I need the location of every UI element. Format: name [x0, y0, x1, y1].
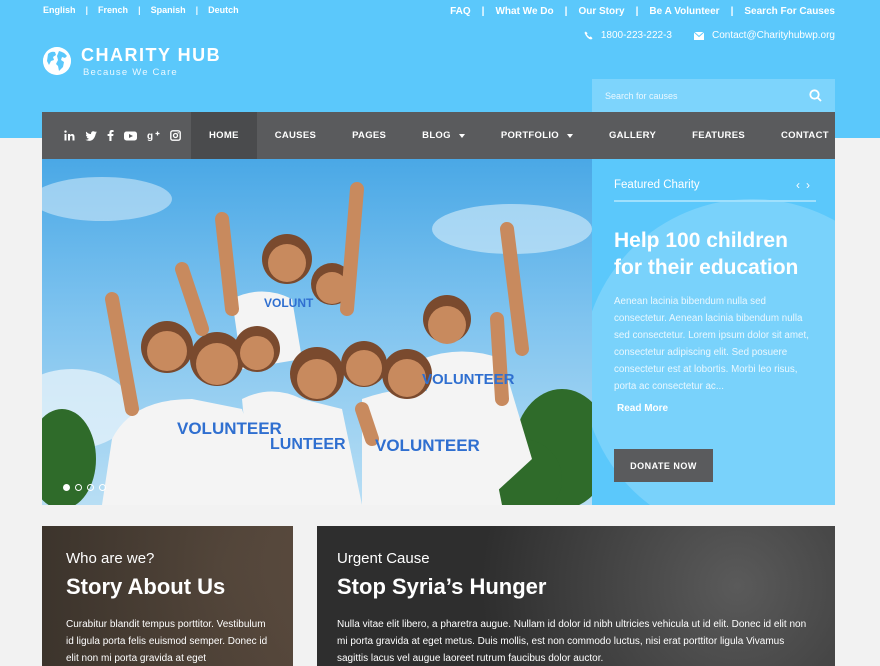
linkedin-icon[interactable] [64, 130, 75, 141]
nav-causes[interactable]: CAUSES [257, 112, 334, 159]
about-card[interactable]: Who are we? Story About Us Curabitur bla… [42, 526, 293, 666]
cause-kicker: Urgent Cause [337, 550, 430, 567]
nav-gallery[interactable]: GALLERY [591, 112, 674, 159]
svg-text:VOLUNTEER: VOLUNTEER [375, 436, 480, 455]
slider-dot[interactable] [87, 484, 94, 491]
top-link-volunteer[interactable]: Be A Volunteer [649, 6, 719, 17]
slider-dots [63, 484, 111, 491]
nav-contact-label: CONTACT [781, 130, 829, 141]
read-more-link[interactable]: Read More [617, 403, 668, 414]
nav-pages-label: PAGES [352, 130, 387, 141]
nav-contact[interactable]: CONTACT [763, 112, 847, 159]
globe-icon [43, 47, 71, 75]
search-input[interactable] [605, 90, 785, 101]
google-plus-icon[interactable]: g [147, 130, 160, 141]
nav-pages[interactable]: PAGES [334, 112, 404, 159]
featured-arrows: ‹› [796, 178, 816, 192]
about-title[interactable]: Story About Us [66, 574, 225, 600]
featured-charity-panel: Featured Charity ‹› Help 100 children fo… [592, 159, 835, 505]
top-links: FAQ | What We Do | Our Story | Be A Volunte… [450, 6, 835, 17]
nav-features[interactable]: FEATURES [674, 112, 763, 159]
nav-causes-label: CAUSES [274, 130, 317, 141]
main-navbar: g HOME CAUSES PAGES BLOG PORTFOLIO GALLE… [42, 112, 835, 159]
instagram-icon[interactable] [170, 130, 181, 141]
top-link-search-causes[interactable]: Search For Causes [744, 6, 835, 17]
facebook-icon[interactable] [107, 130, 114, 141]
featured-heading-text: Featured Charity [614, 179, 700, 191]
social-links: g [64, 130, 191, 141]
nav-blog-label: BLOG [422, 130, 451, 141]
svg-text:VOLUNT: VOLUNT [264, 296, 314, 310]
svg-text:VOLUNTEER: VOLUNTEER [422, 371, 515, 388]
twitter-icon[interactable] [85, 130, 97, 141]
nav-menu: HOME CAUSES PAGES BLOG PORTFOLIO GALLERY… [191, 112, 847, 159]
cause-body: Nulla vitae elit libero, a pharetra augu… [337, 619, 807, 664]
cause-title[interactable]: Stop Syria’s Hunger [337, 574, 546, 600]
svg-text:LUNTEER: LUNTEER [270, 436, 346, 453]
phone-icon [584, 31, 593, 40]
chevron-right-icon[interactable]: › [806, 178, 816, 192]
phone-number: 1800-223-222-3 [600, 30, 672, 41]
nav-gallery-label: GALLERY [608, 130, 657, 141]
brand-logo[interactable]: CHARITY HUB Because We Care [43, 45, 221, 78]
email-contact: Contact@Charityhubwp.org [694, 30, 835, 41]
urgent-cause-card[interactable]: Urgent Cause Stop Syria’s Hunger Nulla v… [317, 526, 835, 666]
slider-dot[interactable] [99, 484, 106, 491]
nav-blog[interactable]: BLOG [404, 112, 483, 159]
slider-dot[interactable] [63, 484, 70, 491]
hero-slider-image: VOLUNTEER LUNTEER VOLUNTEER VOLUNTEER VO… [42, 159, 592, 505]
contact-info: 1800-223-222-3 Contact@Charityhubwp.org [562, 30, 835, 41]
featured-title[interactable]: Help 100 children for their education [614, 227, 819, 281]
about-kicker: Who are we? [66, 550, 155, 567]
lang-deutch[interactable]: Deutch [208, 5, 239, 15]
nav-features-label: FEATURES [692, 130, 745, 141]
lang-english[interactable]: English [43, 5, 76, 15]
search-box [592, 79, 835, 112]
top-link-faq[interactable]: FAQ [450, 6, 471, 17]
lang-french[interactable]: French [98, 5, 128, 15]
about-body: Curabitur blandit tempus porttitor. Vest… [66, 619, 268, 664]
top-link-what-we-do[interactable]: What We Do [495, 6, 553, 17]
top-link-our-story[interactable]: Our Story [578, 6, 624, 17]
mail-icon [694, 31, 704, 40]
phone-contact: 1800-223-222-3 [584, 30, 672, 41]
volunteers-photo: VOLUNTEER LUNTEER VOLUNTEER VOLUNTEER VO… [42, 177, 592, 505]
nav-home[interactable]: HOME [191, 112, 257, 159]
search-icon[interactable] [809, 89, 822, 102]
svg-text:VOLUNTEER: VOLUNTEER [177, 419, 282, 438]
featured-description: Aenean lacinia bibendum nulla sed consec… [614, 296, 809, 392]
brand-name: CHARITY HUB [81, 45, 222, 65]
featured-heading: Featured Charity ‹› [614, 178, 816, 202]
donate-now-button[interactable]: DONATE NOW [614, 449, 713, 482]
nav-portfolio[interactable]: PORTFOLIO [483, 112, 591, 159]
email-address[interactable]: Contact@Charityhubwp.org [712, 30, 835, 41]
nav-portfolio-label: PORTFOLIO [500, 130, 559, 141]
youtube-icon[interactable] [124, 131, 137, 141]
language-switcher: English | French | Spanish | Deutch [43, 5, 239, 15]
brand-tagline: Because We Care [83, 67, 178, 78]
lang-spanish[interactable]: Spanish [151, 5, 186, 15]
chevron-down-icon [566, 133, 573, 138]
svg-text:g: g [147, 131, 153, 141]
slider-dot[interactable] [75, 484, 82, 491]
nav-home-label: HOME [209, 130, 239, 141]
chevron-down-icon [458, 133, 465, 138]
chevron-left-icon[interactable]: ‹ [796, 178, 806, 192]
